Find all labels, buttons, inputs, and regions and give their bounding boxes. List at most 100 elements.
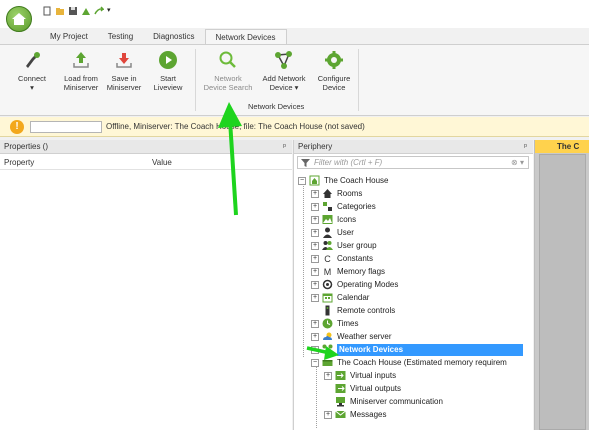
configure-label: Configure xyxy=(317,74,351,83)
expander[interactable]: + xyxy=(311,319,319,328)
categories-icon xyxy=(322,201,333,212)
expander[interactable]: + xyxy=(311,254,319,263)
miniserver-icon xyxy=(322,357,333,368)
tree-item-user[interactable]: + User xyxy=(311,226,354,239)
new-file-icon[interactable] xyxy=(42,6,52,16)
status-input[interactable] xyxy=(30,121,102,133)
document-tab[interactable]: The C xyxy=(535,140,589,153)
clear-filter-icon[interactable]: ⊗ ▾ xyxy=(511,158,524,167)
constants-icon: C xyxy=(324,253,331,264)
app-menu-button[interactable] xyxy=(6,6,32,32)
tree-item-calendar[interactable]: + Calendar xyxy=(311,291,369,304)
properties-title: Properties () ᵖ xyxy=(0,140,292,154)
share-icon[interactable] xyxy=(94,6,106,16)
add-network-device-button[interactable]: Add Network Device ▾ xyxy=(256,49,312,92)
virtual-inputs-icon xyxy=(335,370,346,381)
pin-icon[interactable]: ᵖ xyxy=(283,142,286,151)
tree-item-miniserver[interactable]: − The Coach House (Estimated memory requ… xyxy=(311,356,507,369)
properties-panel: Properties () ᵖ Property Value xyxy=(0,140,292,430)
start-liveview-button[interactable]: Start Liveview xyxy=(148,49,188,92)
expander[interactable]: + xyxy=(324,410,332,419)
load-from-miniserver-button[interactable]: Load from Miniserver xyxy=(58,49,104,92)
expander[interactable]: + xyxy=(311,189,319,198)
tree-item-network-devices[interactable]: + Network Devices xyxy=(311,343,523,356)
tree-item-weather-server[interactable]: + Weather server xyxy=(311,330,392,343)
connect-button[interactable]: Connect ▾ xyxy=(14,49,50,92)
open-folder-icon[interactable] xyxy=(55,6,65,16)
tree-item-icons[interactable]: + Icons xyxy=(311,213,356,226)
col-property: Property xyxy=(4,158,35,167)
expander[interactable]: + xyxy=(311,241,319,250)
expander[interactable]: − xyxy=(311,358,319,367)
expander[interactable]: + xyxy=(311,332,319,341)
expander[interactable]: + xyxy=(311,202,319,211)
tree-label: Memory flags xyxy=(337,267,386,276)
tree-label: Virtual outputs xyxy=(350,384,401,393)
communication-icon xyxy=(335,396,346,407)
network-device-search-button[interactable]: Network Device Search xyxy=(198,49,258,92)
tree-label: User xyxy=(337,228,354,237)
expander[interactable]: + xyxy=(311,345,319,354)
virtual-outputs-icon xyxy=(335,383,346,394)
customize-qat-icon[interactable]: ▾ xyxy=(107,6,117,16)
tree-item-operating-modes[interactable]: + Operating Modes xyxy=(311,278,398,291)
configure-device-button[interactable]: Configure Device xyxy=(313,49,355,92)
tree-item-constants[interactable]: + C Constants xyxy=(311,252,373,265)
properties-header: Property Value xyxy=(0,156,292,170)
save-label: Save in xyxy=(111,74,137,83)
download-icon xyxy=(113,49,135,71)
add-device-label: Add Network xyxy=(262,74,306,83)
export-icon[interactable] xyxy=(81,6,91,16)
tree-label: Icons xyxy=(337,215,357,224)
tree-item-remote-controls[interactable]: Remote controls xyxy=(322,304,395,317)
expander[interactable]: + xyxy=(311,228,319,237)
document-canvas[interactable] xyxy=(539,154,586,430)
ribbon-separator-2 xyxy=(358,49,359,111)
status-infobar: ! Offline, Miniserver: The Coach House, … xyxy=(0,117,589,137)
tree-item-categories[interactable]: + Categories xyxy=(311,200,376,213)
save-icon[interactable] xyxy=(68,6,78,16)
warning-icon: ! xyxy=(10,120,24,134)
tree-label: Times xyxy=(337,319,359,328)
tree-label: Weather server xyxy=(337,332,392,341)
tab-diagnostics[interactable]: Diagnostics xyxy=(143,29,204,45)
save-in-miniserver-button[interactable]: Save in Miniserver xyxy=(102,49,146,92)
tree-label: Calendar xyxy=(337,293,370,302)
tree-label: User group xyxy=(337,241,377,250)
calendar-icon xyxy=(322,292,333,303)
filter-input[interactable]: Filter with (Crtl + F) ⊗ ▾ xyxy=(297,156,529,169)
properties-title-text: Properties () xyxy=(4,142,49,151)
tree-item-virtual-inputs[interactable]: + Virtual inputs xyxy=(324,369,396,382)
tree-label: Operating Modes xyxy=(337,280,399,289)
tree-item-rooms[interactable]: + Rooms xyxy=(311,187,362,200)
tree-item-times[interactable]: + Times xyxy=(311,317,358,330)
expander[interactable]: + xyxy=(311,267,319,276)
tree-item-project[interactable]: − The Coach House xyxy=(298,174,388,187)
tree-item-virtual-outputs[interactable]: Virtual outputs xyxy=(335,382,401,395)
tree-item-user-group[interactable]: + User group xyxy=(311,239,377,252)
add-device-label-2: Device ▾ xyxy=(269,83,299,92)
expander[interactable]: + xyxy=(311,280,319,289)
expander[interactable]: + xyxy=(311,215,319,224)
tree-item-messages[interactable]: + Messages xyxy=(324,408,386,421)
home-icon xyxy=(12,13,26,25)
tree-item-miniserver-communication[interactable]: Miniserver communication xyxy=(335,395,443,408)
expander[interactable]: + xyxy=(311,293,319,302)
tree-label: Virtual inputs xyxy=(350,371,397,380)
tree-item-memory-flags[interactable]: + M Memory flags xyxy=(311,265,385,278)
ribbon: Connect ▾ Load from Miniserver Save in M… xyxy=(0,44,589,116)
expander[interactable]: − xyxy=(298,176,306,185)
icons-icon xyxy=(322,214,333,225)
messages-icon xyxy=(335,409,346,420)
magnifier-icon xyxy=(217,49,239,71)
network-nodes-icon xyxy=(273,49,295,71)
tab-network-devices[interactable]: Network Devices xyxy=(204,29,287,45)
expander[interactable]: + xyxy=(324,371,332,380)
tree-label-selected: Network Devices xyxy=(337,343,523,356)
tab-my-project[interactable]: My Project xyxy=(40,29,98,45)
title-bar: ▾ xyxy=(0,0,589,32)
pin-icon[interactable]: ᵖ xyxy=(524,142,527,151)
tab-testing[interactable]: Testing xyxy=(98,29,143,45)
play-icon xyxy=(157,49,179,71)
filter-icon xyxy=(301,159,310,167)
